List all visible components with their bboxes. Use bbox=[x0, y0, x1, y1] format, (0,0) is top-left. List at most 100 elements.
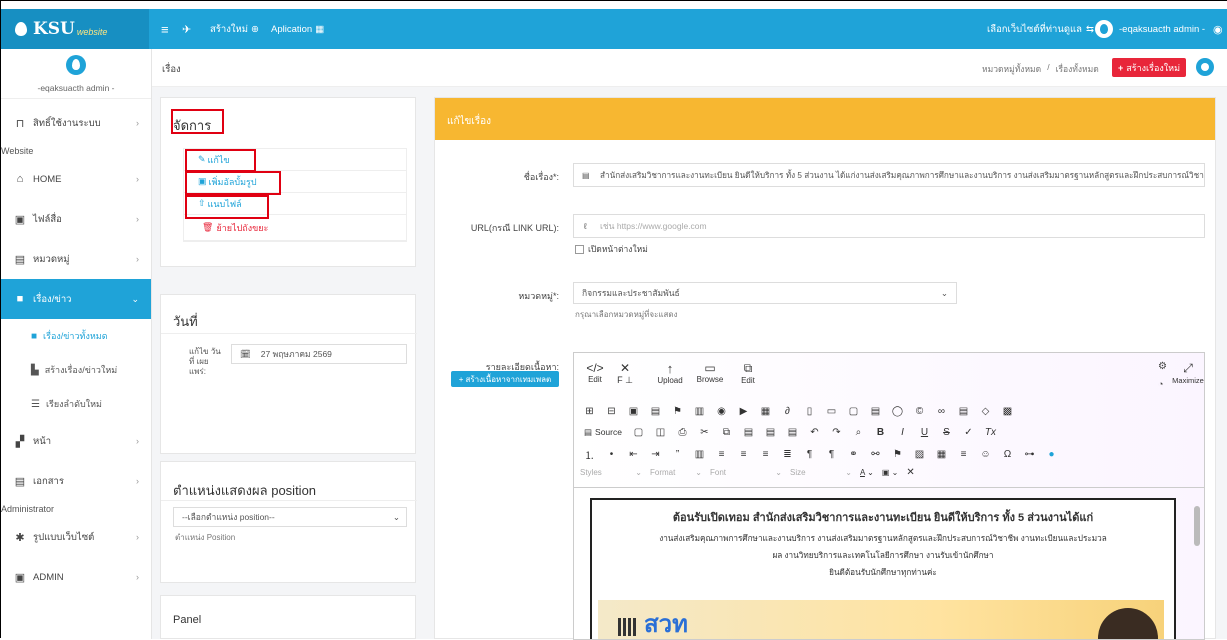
position-select[interactable]: --เลือกตำแหน่ง position-- ⌄ bbox=[173, 507, 407, 527]
smiley-icon[interactable]: ☺ bbox=[976, 445, 995, 463]
user-menu[interactable]: -eqaksuacth admin - bbox=[1095, 9, 1205, 49]
category-select[interactable]: กิจกรรมและประชาสัมพันธ์ ⌄ bbox=[573, 282, 957, 304]
list-box-icon[interactable]: ▤ bbox=[866, 402, 885, 420]
cut-icon[interactable]: ✂ bbox=[695, 423, 714, 441]
div-icon[interactable]: ▥ bbox=[690, 445, 709, 463]
infinity-icon[interactable]: ∞ bbox=[932, 402, 951, 420]
sidebar-item-admin[interactable]: ▣ ADMIN › bbox=[1, 557, 151, 597]
undo-icon[interactable]: ↶ bbox=[805, 423, 824, 441]
sidebar-sub-reorder[interactable]: ☰ เรียงลำดับใหม่ bbox=[1, 387, 151, 421]
bullet-list-icon[interactable]: • bbox=[602, 445, 621, 463]
sidebar-item-category[interactable]: ▤ หมวดหมู่ › bbox=[1, 239, 151, 279]
new-tab-checkbox[interactable] bbox=[575, 244, 584, 254]
source-button[interactable]: ▤ Source bbox=[580, 427, 626, 438]
sidebar-item-news[interactable]: ■ เรื่อง/ข่าว ⌄ bbox=[1, 279, 151, 319]
application-menu[interactable]: Aplication ▦ bbox=[271, 9, 324, 49]
template-button[interactable]: + สร้างเนื้อหาจากเทมเพลต bbox=[451, 371, 559, 387]
settings-circle-icon[interactable] bbox=[1196, 58, 1214, 76]
table-icon[interactable]: ▦ bbox=[756, 402, 775, 420]
create-news-button[interactable]: + สร้างเรื่องใหม่ bbox=[1112, 58, 1187, 77]
url-input[interactable]: ℓ เช่น https://www.google.com bbox=[573, 214, 1205, 238]
pagebreak-icon[interactable]: ⊶ bbox=[1020, 445, 1039, 463]
anchor-icon[interactable]: ⚑ bbox=[888, 445, 907, 463]
new-tab-option[interactable]: เปิดหน้าต่างใหม่ bbox=[575, 242, 648, 256]
sidebar-item-permissions[interactable]: ⊓ สิทธิ์ใช้งานระบบ › bbox=[1, 103, 151, 143]
gallery-icon[interactable]: ▭ bbox=[822, 402, 841, 420]
globe-icon[interactable]: ● bbox=[1042, 445, 1061, 463]
indent-icon[interactable]: ⇥ bbox=[646, 445, 665, 463]
template-icon[interactable]: ⊞ bbox=[580, 402, 599, 420]
flag-icon[interactable]: ⚑ bbox=[668, 402, 687, 420]
settings-icon[interactable]: ◉ bbox=[1213, 9, 1223, 49]
publish-date-input[interactable]: 🗓 27 พฤษภาคม 2569 bbox=[231, 344, 407, 364]
maximize-button[interactable]: ⤢ Maximize bbox=[1172, 361, 1204, 385]
align-right-icon[interactable]: ≡ bbox=[756, 445, 775, 463]
ltr-icon[interactable]: ¶ bbox=[800, 445, 819, 463]
special-char-icon[interactable]: Ω bbox=[998, 445, 1017, 463]
image-icon[interactable]: ▥ bbox=[690, 402, 709, 420]
play-icon[interactable]: ▶ bbox=[734, 402, 753, 420]
link-icon[interactable]: ⚭ bbox=[844, 445, 863, 463]
clear-format-icon[interactable]: Tx bbox=[981, 423, 1000, 441]
card-icon[interactable]: ▣ bbox=[624, 402, 643, 420]
table-icon[interactable]: ▦ bbox=[932, 445, 951, 463]
sidebar-item-documents[interactable]: ▤ เอกสาร › bbox=[1, 461, 151, 501]
create-new-menu[interactable]: สร้างใหม่ ⊕ bbox=[210, 9, 259, 49]
embed-icon[interactable]: ◇ bbox=[976, 402, 995, 420]
find-icon[interactable]: ⌕ bbox=[849, 423, 868, 441]
expand-icon[interactable]: ✕ bbox=[906, 467, 914, 478]
check-icon[interactable]: ✓ bbox=[959, 423, 978, 441]
qr-icon[interactable]: ▩ bbox=[998, 402, 1017, 420]
hr-icon[interactable]: ≡ bbox=[954, 445, 973, 463]
sidebar-sub-all-news[interactable]: ■ เรื่อง/ข่าวทั้งหมด bbox=[1, 319, 151, 353]
sidebar-sub-create-news[interactable]: ▙ สร้างเรื่อง/ข่าวใหม่ bbox=[1, 353, 151, 387]
print-icon[interactable]: ⎙ bbox=[673, 423, 692, 441]
format-combo[interactable]: Format ⌄ bbox=[650, 468, 702, 477]
copyright-icon[interactable]: © bbox=[910, 402, 929, 420]
bold-icon[interactable]: B bbox=[871, 423, 890, 441]
image-edit-button[interactable]: ⧉ Edit bbox=[734, 361, 762, 386]
hamburger-icon[interactable]: ≡ bbox=[161, 9, 169, 49]
remove-format-button[interactable]: ✕ F ⊥ bbox=[614, 361, 636, 386]
media-icon[interactable]: ◉ bbox=[712, 402, 731, 420]
new-page-icon[interactable]: ▢ bbox=[629, 423, 648, 441]
copy-icon[interactable]: ⧉ bbox=[717, 423, 736, 441]
sidebar-item-pages[interactable]: ▞ หน้า › bbox=[1, 421, 151, 461]
blockquote-icon[interactable]: ” bbox=[668, 445, 687, 463]
strike-icon[interactable]: S bbox=[937, 423, 956, 441]
code-edit-button[interactable]: </> Edit bbox=[584, 361, 606, 386]
sidebar-item-media[interactable]: ▣ ไฟล์สื่อ › bbox=[1, 199, 151, 239]
rocket-icon[interactable]: ✈ bbox=[182, 9, 191, 49]
image-icon[interactable]: ▨ bbox=[910, 445, 929, 463]
link-icon[interactable]: ∂ bbox=[778, 402, 797, 420]
unlink-icon[interactable]: ⚯ bbox=[866, 445, 885, 463]
sidebar-item-home[interactable]: ⌂ HOME › bbox=[1, 159, 151, 199]
size-combo[interactable]: Size ⌄ bbox=[790, 468, 852, 477]
upload-button[interactable]: ↑ Upload bbox=[654, 361, 686, 386]
paste-icon[interactable]: ▤ bbox=[739, 423, 758, 441]
text-color-button[interactable]: A ⌄ bbox=[860, 468, 874, 477]
settings-icon[interactable]: ⚙ bbox=[1158, 361, 1167, 372]
styles-combo[interactable]: Styles ⌄ bbox=[580, 468, 642, 477]
editor-content-area[interactable]: ต้อนรับเปิดเทอม สำนักส่งเสริมวิชาการและง… bbox=[574, 487, 1204, 639]
clock-icon[interactable]: ◔ bbox=[1158, 379, 1163, 389]
italic-icon[interactable]: I bbox=[893, 423, 912, 441]
align-center-icon[interactable]: ≡ bbox=[734, 445, 753, 463]
bg-color-button[interactable]: ▣ ⌄ bbox=[882, 468, 898, 477]
brand-logo[interactable]: KSU website bbox=[1, 9, 149, 49]
sidebar-item-theme[interactable]: ✱ รูปแบบเว็บไซต์ › bbox=[1, 517, 151, 557]
choose-site-menu[interactable]: เลือกเว็บไซต์ที่ท่านดูแล ⇆ bbox=[987, 9, 1094, 49]
numbered-list-icon[interactable]: ⒈ bbox=[580, 445, 599, 463]
breadcrumb-categories[interactable]: หมวดหมู่ทั้งหมด bbox=[982, 62, 1041, 76]
scrollbar-thumb[interactable] bbox=[1194, 506, 1200, 546]
outdent-icon[interactable]: ⇤ bbox=[624, 445, 643, 463]
underline-icon[interactable]: U bbox=[915, 423, 934, 441]
paste-word-icon[interactable]: ▤ bbox=[783, 423, 802, 441]
box-icon[interactable]: ▤ bbox=[646, 402, 665, 420]
font-combo[interactable]: Font ⌄ bbox=[710, 468, 782, 477]
justify-icon[interactable]: ≣ bbox=[778, 445, 797, 463]
bookmark-icon[interactable]: ▯ bbox=[800, 402, 819, 420]
redo-icon[interactable]: ↷ bbox=[827, 423, 846, 441]
breadcrumb-all-news[interactable]: เรื่องทั้งหมด bbox=[1056, 62, 1099, 76]
editor-scrollbar[interactable] bbox=[1194, 492, 1200, 638]
